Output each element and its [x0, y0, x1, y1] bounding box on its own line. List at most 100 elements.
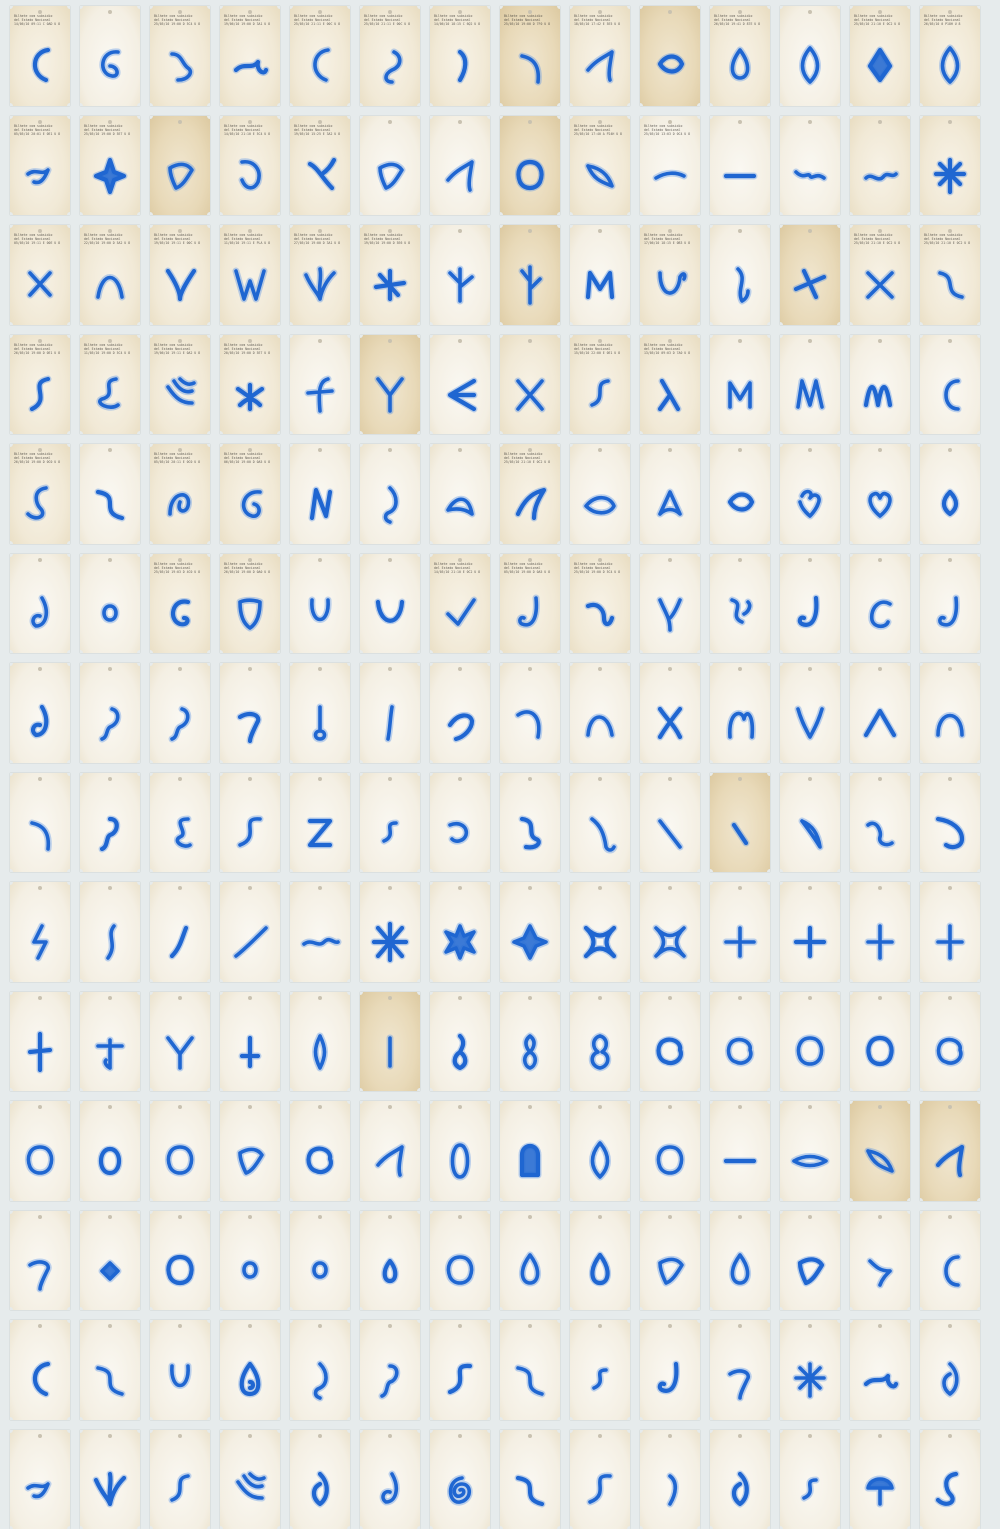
ticket-card: Bilhete com subsidiodel Estado Nacional2… — [920, 6, 980, 106]
ink-mark — [158, 259, 202, 309]
ticket-notch — [417, 6, 420, 9]
ink-mark — [508, 1464, 552, 1514]
ticket-notch — [907, 225, 910, 228]
punch-hole — [598, 229, 602, 233]
ticket-card — [290, 1320, 350, 1420]
ticket-notch — [137, 650, 140, 653]
ticket-print-line: 05/05/10 20:01 E 0E1 U 8 — [14, 132, 67, 136]
ticket-print-line: 19/05/10 15:25 E 3A2 U 8 — [294, 132, 347, 136]
ink-mark — [648, 259, 692, 309]
punch-hole — [388, 120, 392, 124]
ticket-card: Bilhete com subsidiodel Estado Nacional1… — [430, 6, 490, 106]
ticket-notch — [767, 992, 770, 995]
ink-mark — [788, 1464, 832, 1514]
ink-mark — [298, 1354, 342, 1404]
ticket-notch — [627, 1320, 630, 1323]
ticket-print: Bilhete com subsidiodel Estado Nacional1… — [154, 343, 207, 356]
ticket-notch — [207, 1430, 210, 1433]
ticket-notch — [487, 882, 490, 885]
punch-hole — [878, 1434, 882, 1438]
ticket-notch — [907, 541, 910, 544]
ticket-card — [920, 663, 980, 763]
ticket-card — [430, 444, 490, 544]
ticket-notch — [627, 1198, 630, 1201]
punch-hole — [388, 1105, 392, 1109]
ticket-notch — [207, 431, 210, 434]
ink-mark — [158, 40, 202, 90]
ticket-notch — [697, 212, 700, 215]
punch-hole — [528, 996, 532, 1000]
ink-mark — [298, 588, 342, 638]
ink-mark — [928, 1354, 972, 1404]
ticket-notch — [137, 541, 140, 544]
punch-hole — [178, 120, 182, 124]
ticket-card — [920, 1320, 980, 1420]
ticket-notch — [557, 103, 560, 106]
ticket-notch — [837, 116, 840, 119]
ticket-notch — [277, 1417, 280, 1420]
ticket-card — [430, 225, 490, 325]
ticket-notch — [487, 116, 490, 119]
ink-mark — [438, 1245, 482, 1295]
ink-mark — [298, 369, 342, 419]
ticket-card — [780, 663, 840, 763]
ticket-notch — [557, 554, 560, 557]
ticket-card — [360, 444, 420, 544]
ticket-card — [640, 663, 700, 763]
ticket-notch — [137, 335, 140, 338]
ink-mark — [18, 1135, 62, 1185]
punch-hole — [528, 777, 532, 781]
ink-stroke — [798, 1038, 821, 1064]
ink-mark — [578, 1354, 622, 1404]
ticket-notch — [697, 663, 700, 666]
punch-hole — [528, 1434, 532, 1438]
ticket-notch — [697, 992, 700, 995]
ticket-notch — [837, 1417, 840, 1420]
ticket-print-line: 14/05/10 21:10 E 5C4 U 8 — [224, 132, 277, 136]
ticket-print: Bilhete com subsidiodel Estado Nacional2… — [574, 562, 627, 575]
ticket-card — [500, 992, 560, 1092]
ticket-print: Bilhete com subsidiodel Estado Nacional1… — [434, 14, 487, 27]
punch-hole — [318, 558, 322, 562]
ink-stroke — [310, 160, 334, 188]
ticket-notch — [137, 116, 140, 119]
ticket-notch — [837, 869, 840, 872]
ticket-notch — [627, 225, 630, 228]
ticket-card: Bilhete com subsidiodel Estado Nacional0… — [500, 554, 560, 654]
ink-stroke — [168, 1038, 192, 1068]
ink-mark — [88, 150, 132, 200]
ticket-print-line: 25/05/10 21:10 E 0C2 U 8 — [854, 241, 907, 245]
punch-hole — [948, 120, 952, 124]
ticket-notch — [977, 1198, 980, 1201]
ticket-print: Bilhete com subsidiodel Estado Nacional2… — [154, 562, 207, 575]
ticket-card — [570, 773, 630, 873]
ticket-card — [80, 1101, 140, 1201]
ticket-notch — [767, 1430, 770, 1433]
ticket-print-line: 22/05/10 19:00 D 5A2 U 8 — [84, 241, 137, 245]
ticket-notch — [487, 1101, 490, 1104]
ink-mark — [158, 1354, 202, 1404]
punch-hole — [458, 1324, 462, 1328]
punch-hole — [388, 996, 392, 1000]
ticket-card — [640, 773, 700, 873]
ticket-notch — [487, 650, 490, 653]
ticket-notch — [207, 992, 210, 995]
punch-hole — [598, 448, 602, 452]
ticket-notch — [487, 1198, 490, 1201]
punch-hole — [528, 1324, 532, 1328]
ticket-card — [150, 1430, 210, 1529]
ticket-notch — [277, 431, 280, 434]
ink-mark — [578, 1026, 622, 1076]
ticket-card: Bilhete com subsidiodel Estado Nacional1… — [220, 6, 280, 106]
ink-mark — [18, 40, 62, 90]
ink-mark — [788, 916, 832, 966]
punch-hole — [108, 1215, 112, 1219]
ink-mark — [158, 1135, 202, 1185]
ticket-card: Bilhete com subsidiodel Estado Nacional2… — [290, 225, 350, 325]
ticket-notch — [277, 650, 280, 653]
ink-stroke — [938, 926, 962, 958]
punch-hole — [388, 1324, 392, 1328]
ink-mark — [228, 1464, 272, 1514]
ticket-notch — [837, 979, 840, 982]
ticket-card: Bilhete com subsidiodel Estado Nacional1… — [360, 225, 420, 325]
